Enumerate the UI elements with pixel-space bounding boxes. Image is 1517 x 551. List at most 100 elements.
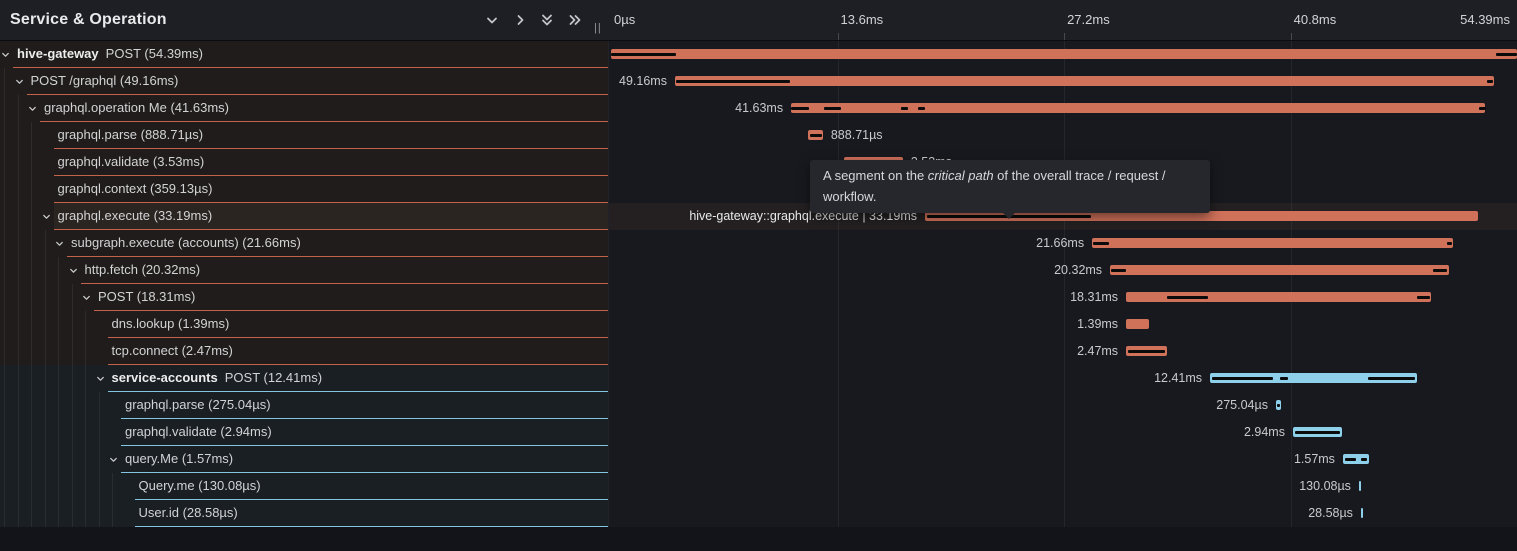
collapse-chevron-icon[interactable] — [41, 211, 52, 222]
span-row[interactable]: service-accountsPOST (12.41ms) — [0, 365, 608, 392]
span-row[interactable]: graphql.execute (33.19ms) — [0, 203, 608, 230]
span-row[interactable]: http.fetch (20.32ms) — [0, 257, 608, 284]
critical-path-segment — [1496, 53, 1517, 56]
span-label: tcp.connect (2.47ms) — [108, 338, 609, 365]
indent-guide — [99, 446, 100, 473]
service-name: hive-gateway — [17, 46, 99, 61]
chevrons-down-icon[interactable] — [539, 12, 555, 28]
span-label: POST /graphql (49.16ms) — [27, 68, 609, 95]
chevrons-right-icon[interactable] — [567, 12, 583, 28]
span-row[interactable]: graphql.validate (2.94ms) — [0, 419, 608, 446]
indent-guide — [4, 311, 5, 338]
operation-name: graphql.execute (33.19ms) — [58, 208, 213, 223]
span-timeline-row: 18.31ms — [608, 284, 1517, 311]
span-bar[interactable] — [1126, 319, 1149, 329]
span-row[interactable]: graphql.validate (3.53ms) — [0, 149, 608, 176]
panel-title: Service & Operation — [10, 0, 167, 40]
critical-path-segment — [824, 107, 841, 110]
indent-guide — [4, 473, 5, 500]
span-bar[interactable] — [1092, 238, 1453, 248]
span-row[interactable]: hive-gatewayPOST (54.39ms) — [0, 41, 608, 68]
indent-guide — [4, 257, 5, 284]
span-bar[interactable] — [675, 76, 1494, 86]
span-timeline-row: 888.71µs — [608, 122, 1517, 149]
span-row[interactable]: tcp.connect (2.47ms) — [0, 338, 608, 365]
operation-name: POST (12.41ms) — [225, 370, 322, 385]
chevron-down-icon[interactable] — [484, 12, 500, 28]
span-duration-label: 28.58µs — [1308, 500, 1353, 527]
span-label: Query.me (130.08µs) — [135, 473, 609, 500]
collapse-chevron-icon[interactable] — [14, 76, 25, 87]
span-timeline-row: 41.63ms — [608, 95, 1517, 122]
span-bar[interactable] — [1110, 265, 1448, 275]
collapse-chevron-icon[interactable] — [81, 292, 92, 303]
span-label: POST (18.31ms) — [94, 284, 608, 311]
span-timeline-row: 49.16ms — [608, 68, 1517, 95]
indent-guide — [31, 203, 32, 230]
critical-path-segment — [611, 53, 676, 56]
indent-guide — [31, 419, 32, 446]
span-row[interactable]: User.id (28.58µs) — [0, 500, 608, 527]
span-bar[interactable] — [611, 49, 1517, 59]
indent-guide — [18, 284, 19, 311]
indent-guide — [58, 473, 59, 500]
indent-guide — [4, 230, 5, 257]
bottom-strip — [0, 527, 1517, 551]
indent-guide — [31, 338, 32, 365]
span-row[interactable]: graphql.parse (275.04µs) — [0, 392, 608, 419]
indent-guide — [18, 203, 19, 230]
indent-guide — [58, 419, 59, 446]
span-row[interactable]: subgraph.execute (accounts) (21.66ms) — [0, 230, 608, 257]
indent-guide — [4, 176, 5, 203]
critical-path-segment — [1128, 350, 1165, 353]
span-bar[interactable] — [1359, 481, 1361, 491]
critical-path-segment — [1447, 242, 1452, 245]
timeline-tick-mark — [838, 33, 839, 40]
span-duration-label: 1.39ms — [1077, 311, 1118, 338]
span-bar[interactable] — [791, 103, 1484, 113]
indent-guide — [72, 392, 73, 419]
collapse-chevron-icon[interactable] — [27, 103, 38, 114]
span-row[interactable]: POST (18.31ms) — [0, 284, 608, 311]
span-duration-label: 41.63ms — [735, 95, 783, 122]
indent-guide — [72, 365, 73, 392]
chevron-right-icon[interactable] — [512, 12, 528, 28]
indent-guide — [45, 473, 46, 500]
span-label: http.fetch (20.32ms) — [81, 257, 609, 284]
collapse-chevron-icon[interactable] — [68, 265, 79, 276]
span-duration-label: 21.66ms — [1036, 230, 1084, 257]
indent-guide — [99, 392, 100, 419]
span-row[interactable]: dns.lookup (1.39ms) — [0, 311, 608, 338]
tooltip-text: A segment on the — [823, 168, 928, 183]
span-row[interactable]: Query.me (130.08µs) — [0, 473, 608, 500]
span-timeline-row: 130.08µs — [608, 473, 1517, 500]
indent-guide — [72, 500, 73, 527]
operation-name: graphql.parse (888.71µs) — [58, 127, 204, 142]
critical-path-segment — [1345, 458, 1356, 461]
span-row[interactable]: graphql.parse (888.71µs) — [0, 122, 608, 149]
span-label: service-accountsPOST (12.41ms) — [108, 365, 609, 392]
indent-guide — [4, 149, 5, 176]
span-bar[interactable] — [1361, 508, 1363, 518]
indent-guide — [45, 311, 46, 338]
panel-resize-handle[interactable]: || — [594, 22, 602, 34]
indent-guide — [85, 311, 86, 338]
indent-guide — [58, 365, 59, 392]
indent-guide — [31, 284, 32, 311]
span-timeline-row: 2.94ms — [608, 419, 1517, 446]
indent-guide — [45, 257, 46, 284]
span-timeline-row: 2.47ms — [608, 338, 1517, 365]
critical-path-segment — [791, 107, 809, 110]
indent-guide — [45, 446, 46, 473]
collapse-chevron-icon[interactable] — [54, 238, 65, 249]
span-row[interactable]: query.Me (1.57ms) — [0, 446, 608, 473]
collapse-chevron-icon[interactable] — [108, 454, 119, 465]
collapse-chevron-icon[interactable] — [0, 49, 11, 60]
indent-guide — [58, 338, 59, 365]
span-row[interactable]: graphql.operation Me (41.63ms) — [0, 95, 608, 122]
span-label: dns.lookup (1.39ms) — [108, 311, 609, 338]
indent-guide — [45, 419, 46, 446]
collapse-chevron-icon[interactable] — [95, 373, 106, 384]
span-row[interactable]: graphql.context (359.13µs) — [0, 176, 608, 203]
span-row[interactable]: POST /graphql (49.16ms) — [0, 68, 608, 95]
